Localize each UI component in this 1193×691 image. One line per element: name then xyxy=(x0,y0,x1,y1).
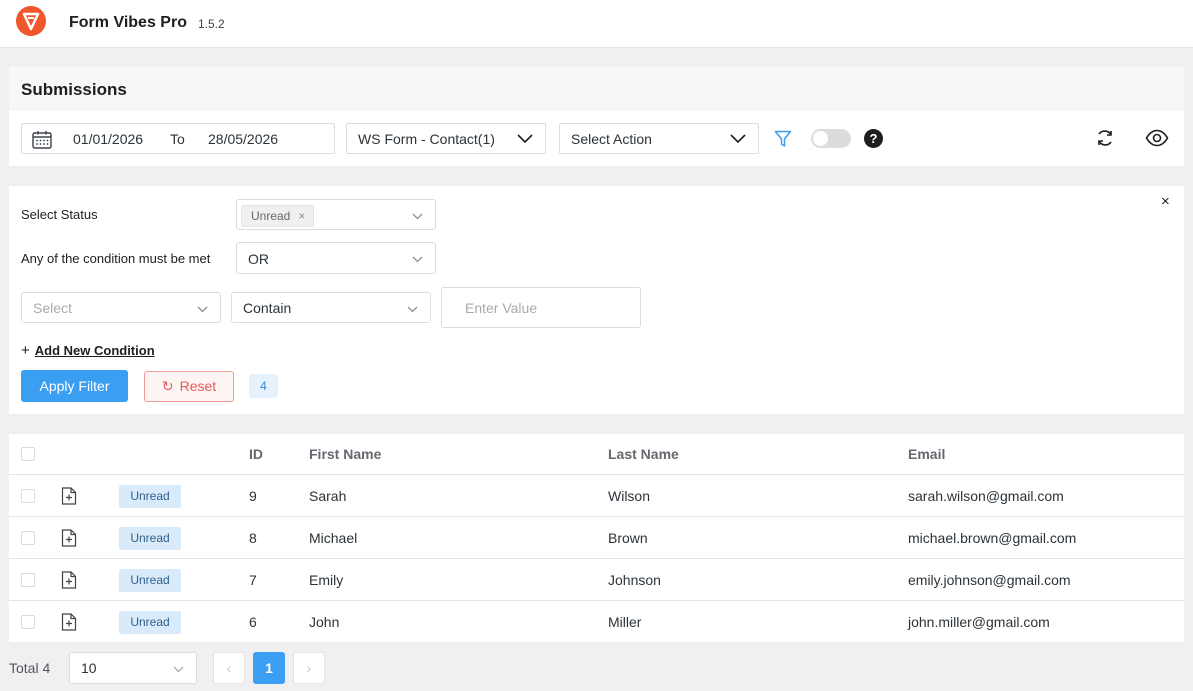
operator-value: Contain xyxy=(243,300,292,316)
chevron-down-icon xyxy=(517,134,533,144)
view-submission-icon[interactable] xyxy=(61,529,77,547)
cell-first-name: Sarah xyxy=(309,488,347,504)
submissions-header: Submissions xyxy=(9,67,1184,111)
table-row[interactable]: Unread 9 Sarah Wilson sarah.wilson@gmail… xyxy=(9,474,1184,516)
plus-icon: + xyxy=(21,342,30,359)
col-header-last-name[interactable]: Last Name xyxy=(608,446,679,462)
page-1-button[interactable]: 1 xyxy=(253,652,285,684)
date-from[interactable]: 01/01/2026 xyxy=(73,131,143,147)
close-filter-icon[interactable]: × xyxy=(1161,193,1170,210)
select-all-checkbox[interactable] xyxy=(21,447,35,461)
filter-panel: × Select Status Unread × Any of the condi… xyxy=(9,186,1184,414)
date-to-label: To xyxy=(170,131,185,147)
page-size-select[interactable]: 10 xyxy=(69,652,197,684)
chevron-down-icon xyxy=(412,256,423,263)
submissions-table: ID First Name Last Name Email Unread 9 S… xyxy=(9,434,1184,642)
next-page-button[interactable]: › xyxy=(293,652,325,684)
status-label: Select Status xyxy=(21,207,98,222)
table-row[interactable]: Unread 7 Emily Johnson emily.johnson@gma… xyxy=(9,558,1184,600)
cell-id: 6 xyxy=(249,614,257,630)
cell-id: 8 xyxy=(249,530,257,546)
form-select-value: WS Form - Contact(1) xyxy=(358,131,495,147)
eye-icon[interactable] xyxy=(1145,129,1169,147)
status-tag-label: Unread xyxy=(251,209,291,223)
toggle-knob xyxy=(813,131,828,146)
top-bar: Form Vibes Pro 1.5.2 xyxy=(0,0,1193,48)
row-checkbox[interactable] xyxy=(21,489,35,503)
chevron-down-icon xyxy=(197,306,208,313)
cell-first-name: Emily xyxy=(309,572,344,588)
chevron-down-icon xyxy=(412,213,423,220)
toggle-switch[interactable] xyxy=(811,129,851,148)
cell-last-name: Miller xyxy=(608,614,642,630)
calendar-icon xyxy=(32,131,52,149)
form-select[interactable]: WS Form - Contact(1) xyxy=(346,123,546,154)
col-header-first-name[interactable]: First Name xyxy=(309,446,381,462)
refresh-icon[interactable] xyxy=(1095,128,1115,148)
row-checkbox[interactable] xyxy=(21,531,35,545)
total-count: Total 4 xyxy=(9,660,51,676)
cell-email: emily.johnson@gmail.com xyxy=(908,572,1071,588)
add-condition-link[interactable]: + Add New Condition xyxy=(21,342,155,359)
cell-first-name: John xyxy=(309,614,340,630)
prev-page-button[interactable]: ‹ xyxy=(213,652,245,684)
chevron-down-icon xyxy=(730,134,746,144)
condition-value: OR xyxy=(248,251,269,267)
add-condition-label: Add New Condition xyxy=(34,343,155,358)
reset-button[interactable]: ↻ Reset xyxy=(144,371,234,402)
apply-filter-button[interactable]: Apply Filter xyxy=(21,370,128,402)
condition-select[interactable]: OR xyxy=(236,242,436,274)
filter-icon[interactable] xyxy=(774,130,792,148)
cell-first-name: Michael xyxy=(309,530,358,546)
status-badge: Unread xyxy=(119,611,181,634)
view-submission-icon[interactable] xyxy=(61,487,77,505)
submissions-panel: Submissions 01/01/2026 To 28/05/2026 WS … xyxy=(9,67,1184,166)
status-badge: Unread xyxy=(119,527,181,550)
row-checkbox[interactable] xyxy=(21,573,35,587)
status-select[interactable]: Unread × xyxy=(236,199,436,230)
col-header-email[interactable]: Email xyxy=(908,446,945,462)
reset-icon: ↻ xyxy=(161,378,174,394)
help-icon[interactable]: ? xyxy=(864,129,883,148)
cell-last-name: Johnson xyxy=(608,572,661,588)
date-range-picker[interactable]: 01/01/2026 To 28/05/2026 xyxy=(21,123,335,154)
reset-label: Reset xyxy=(179,378,217,394)
status-badge: Unread xyxy=(119,485,181,508)
date-to[interactable]: 28/05/2026 xyxy=(208,131,278,147)
view-submission-icon[interactable] xyxy=(61,571,77,589)
cell-last-name: Brown xyxy=(608,530,648,546)
action-select[interactable]: Select Action xyxy=(559,123,759,154)
condition-label: Any of the condition must be met xyxy=(21,251,211,266)
status-badge: Unread xyxy=(119,569,181,592)
remove-tag-icon[interactable]: × xyxy=(298,209,305,223)
value-placeholder: Enter Value xyxy=(465,300,538,316)
operator-select[interactable]: Contain xyxy=(231,292,431,323)
chevron-down-icon xyxy=(407,306,418,313)
form-vibes-logo-icon xyxy=(16,6,46,36)
field-placeholder: Select xyxy=(33,300,72,316)
cell-email: sarah.wilson@gmail.com xyxy=(908,488,1064,504)
page-size-value: 10 xyxy=(81,660,97,676)
cell-id: 7 xyxy=(249,572,257,588)
value-input[interactable]: Enter Value xyxy=(441,287,641,328)
chevron-down-icon xyxy=(173,666,184,673)
cell-last-name: Wilson xyxy=(608,488,651,504)
app-version: 1.5.2 xyxy=(198,17,225,31)
row-checkbox[interactable] xyxy=(21,615,35,629)
cell-id: 9 xyxy=(249,488,257,504)
cell-email: michael.brown@gmail.com xyxy=(908,530,1077,546)
action-select-value: Select Action xyxy=(571,131,652,147)
app-title: Form Vibes Pro xyxy=(69,14,187,31)
cell-email: john.miller@gmail.com xyxy=(908,614,1050,630)
table-row[interactable]: Unread 8 Michael Brown michael.brown@gma… xyxy=(9,516,1184,558)
field-select[interactable]: Select xyxy=(21,292,221,323)
status-tag: Unread × xyxy=(241,205,315,227)
page-title: Submissions xyxy=(21,80,127,99)
view-submission-icon[interactable] xyxy=(61,613,77,631)
table-row[interactable]: Unread 6 John Miller john.miller@gmail.c… xyxy=(9,600,1184,642)
result-count-badge: 4 xyxy=(249,374,278,398)
col-header-id[interactable]: ID xyxy=(249,446,263,462)
